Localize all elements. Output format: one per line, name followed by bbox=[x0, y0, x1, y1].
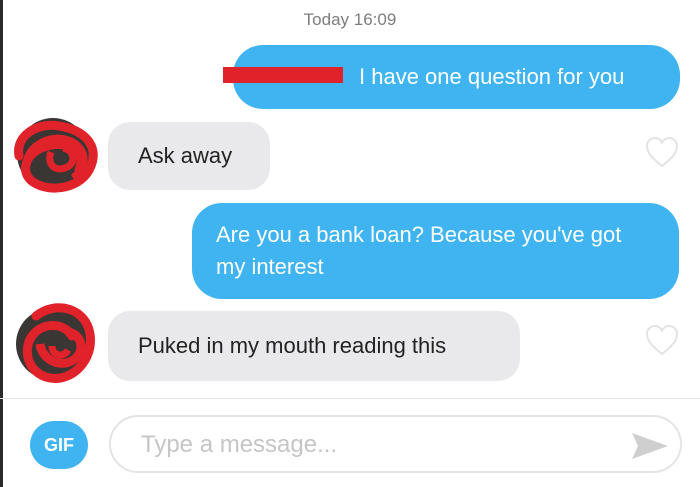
outgoing-message-bubble[interactable]: Are you a bank loan? Because you've got … bbox=[192, 203, 679, 299]
scribble-redaction bbox=[22, 303, 95, 383]
message-composer bbox=[109, 415, 682, 473]
incoming-message-bubble[interactable]: Ask away bbox=[108, 122, 270, 190]
message-text: Ask away bbox=[138, 143, 233, 168]
heart-icon[interactable] bbox=[644, 323, 680, 357]
send-icon[interactable] bbox=[630, 431, 670, 461]
gif-button[interactable]: GIF bbox=[30, 421, 88, 469]
composer-divider bbox=[0, 398, 700, 399]
outgoing-message-bubble[interactable]: I have one question for you bbox=[223, 45, 680, 109]
redaction-mark bbox=[275, 67, 287, 81]
match-avatar[interactable] bbox=[16, 303, 95, 383]
scribble-redaction bbox=[14, 120, 98, 193]
message-text: I have one question for you bbox=[359, 64, 625, 89]
match-avatar[interactable] bbox=[14, 118, 98, 193]
message-text: Are you a bank loan? Because you've got … bbox=[216, 222, 622, 279]
message-timestamp: Today 16:09 bbox=[303, 10, 397, 29]
message-text: Puked in my mouth reading this bbox=[138, 333, 447, 358]
left-edge bbox=[0, 0, 3, 487]
incoming-message-bubble[interactable]: Puked in my mouth reading this bbox=[108, 311, 520, 381]
heart-icon[interactable] bbox=[644, 135, 680, 169]
message-input[interactable] bbox=[141, 429, 601, 461]
